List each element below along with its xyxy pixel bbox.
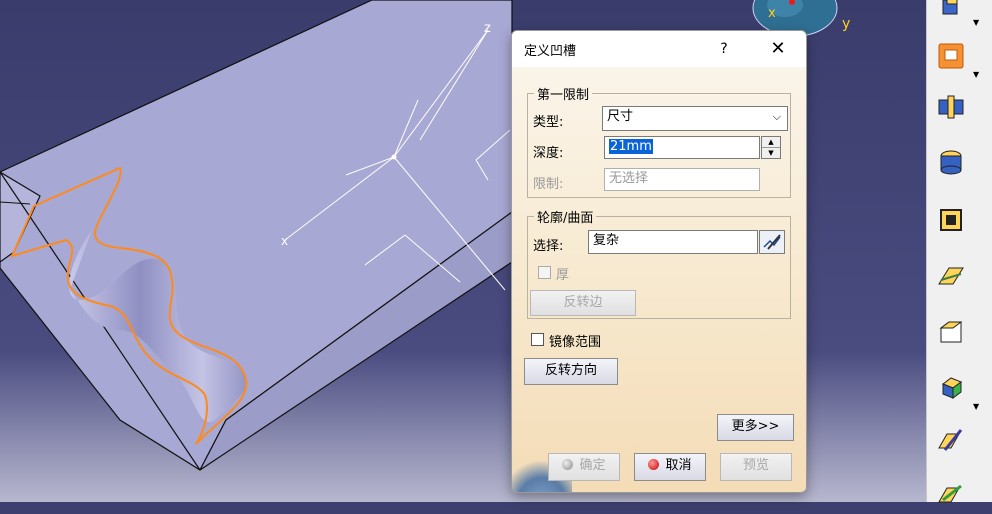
draft-icon[interactable]	[935, 260, 967, 292]
shell-box-icon[interactable]	[935, 204, 967, 236]
select-label: 选择:	[533, 239, 564, 254]
spin-down-icon[interactable]: ▼	[762, 148, 780, 158]
chevron-down-icon[interactable]: ▼	[973, 403, 983, 411]
cancel-dot-icon	[648, 459, 660, 470]
hatch-icon[interactable]	[935, 478, 967, 510]
thick-label: 厚	[556, 268, 570, 283]
cancel-label: 取消	[665, 458, 692, 473]
spin-up-icon[interactable]: ▲	[762, 137, 780, 148]
depth-label: 深度:	[533, 146, 564, 161]
chevron-down-icon: ⌵	[772, 110, 781, 123]
axis-y-label: y	[842, 16, 850, 32]
svg-text:x: x	[768, 6, 776, 21]
mirror-extent-label: 镜像范围	[549, 335, 602, 350]
sketch-pencil-icon	[763, 234, 781, 250]
ok-button[interactable]: 确定	[548, 453, 620, 481]
type-select-value: 尺寸	[607, 109, 634, 124]
limit-input[interactable]: 无选择	[604, 168, 760, 191]
profile-surface-legend: 轮廓/曲面	[537, 211, 594, 226]
dialog-titlebar[interactable]: 定义凹槽 ? ✕	[512, 31, 806, 67]
profile-select-input[interactable]: 复杂	[588, 230, 758, 254]
define-groove-dialog: 定义凹槽 ? ✕ 第一限制 类型: 尺寸 ⌵ 深度: 21mm ▲ ▼ 限制: …	[511, 30, 807, 493]
axis-z-label: z	[484, 21, 491, 36]
type-select[interactable]: 尺寸 ⌵	[602, 106, 788, 131]
chevron-down-icon[interactable]: ▼	[973, 71, 983, 79]
depth-input-value: 21mm	[609, 139, 653, 154]
dialog-title: 定义凹槽	[524, 44, 577, 59]
profile-select-value: 复杂	[593, 233, 620, 248]
close-button[interactable]: ✕	[766, 37, 790, 61]
body-cube-icon[interactable]	[935, 372, 967, 404]
groove-cylinder-icon[interactable]	[935, 146, 967, 178]
hole-icon[interactable]	[935, 92, 967, 124]
ok-label: 确定	[579, 458, 606, 473]
depth-spinner[interactable]: ▲ ▼	[761, 136, 781, 159]
limit-input-placeholder: 无选择	[609, 171, 649, 186]
reverse-direction-button[interactable]: 反转方向	[524, 358, 618, 385]
pocket-icon[interactable]	[935, 40, 967, 72]
type-label: 类型:	[533, 115, 564, 130]
limit-label: 限制:	[533, 177, 564, 192]
reverse-side-button[interactable]: 反转边	[530, 290, 636, 316]
axis-x-label: x	[281, 234, 288, 248]
first-limit-legend: 第一限制	[537, 88, 590, 103]
preview-button[interactable]: 预览	[720, 453, 792, 481]
help-button[interactable]: ?	[712, 37, 736, 61]
depth-input[interactable]: 21mm	[604, 136, 760, 159]
edit-feature-icon[interactable]	[935, 424, 967, 456]
chevron-down-icon[interactable]: ▼	[973, 19, 983, 27]
right-toolbar: ▼ ▼ ▼	[926, 0, 992, 503]
more-button[interactable]: 更多>>	[717, 414, 794, 441]
ok-dot-icon	[562, 459, 574, 470]
cancel-button[interactable]: 取消	[634, 453, 706, 481]
sketch-edit-button[interactable]	[759, 230, 785, 254]
mirror-extent-checkbox[interactable]	[531, 333, 544, 346]
solid-combine-icon[interactable]	[935, 0, 967, 26]
chamfer-icon[interactable]	[935, 316, 967, 348]
thick-checkbox[interactable]	[538, 266, 551, 279]
